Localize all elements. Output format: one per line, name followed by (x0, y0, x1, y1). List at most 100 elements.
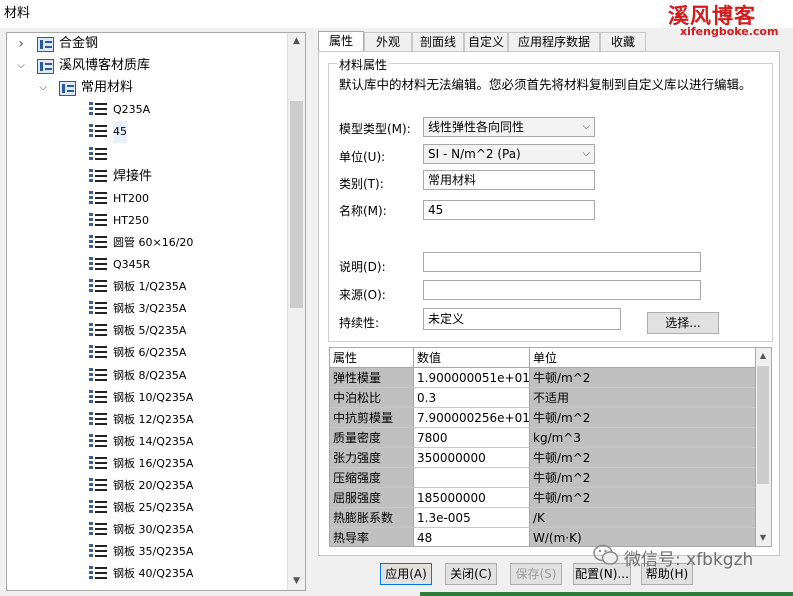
tree-item-label: 合金钢 (59, 36, 99, 51)
tree-item-material[interactable]: Q235A (7, 99, 287, 121)
model-type-value: 线性弹性各向同性 (428, 120, 525, 134)
material-tree[interactable]: 钢板 40/Q235A 钢板 35/Q235A 钢板 30/Q235A 钢板 25/Q… (6, 32, 306, 591)
property-name-cell: 质量密度 (330, 428, 414, 448)
tree-item-material[interactable]: 钢板 12/Q235A (7, 409, 287, 431)
chevron-down-icon[interactable]: ⌵ (15, 55, 27, 77)
material-icon (89, 234, 107, 251)
tab-1[interactable]: 外观 (364, 32, 412, 51)
tree-item-material[interactable]: Q345R (7, 254, 287, 276)
tree-item-material[interactable]: 钢板 25/Q235A (7, 497, 287, 519)
tree-item-material[interactable]: 钢板 6/Q235A (7, 342, 287, 364)
property-name-cell: 压缩强度 (330, 468, 414, 488)
property-unit-cell: 不适用 (530, 388, 756, 408)
tree-item-material[interactable]: 钢板 5/Q235A (7, 320, 287, 342)
tree-item-label: 钢板 30/Q235A (113, 523, 194, 537)
tree-item-material[interactable]: 钢板 1/Q235A (7, 276, 287, 298)
edit-notice: 默认库中的材料无法编辑。您必须首先将材料复制到自定义库以进行编辑。 (339, 77, 752, 92)
property-unit-cell: 牛顿/m^2 (530, 408, 756, 428)
model-type-select[interactable]: 线性弹性各向同性 ⌵ (423, 117, 595, 137)
tree-item-library[interactable]: ⌵ 溪风博客材质库 (7, 55, 287, 77)
tree-item-material[interactable]: 钢板 16/Q235A (7, 453, 287, 475)
tree-item-material[interactable]: 钢板 35/Q235A (7, 541, 287, 563)
tree-item-material[interactable]: 钢板 14/Q235A (7, 431, 287, 453)
apply-button[interactable]: 应用(A) (380, 563, 432, 585)
property-value-cell[interactable]: 1.900000051e+011 (414, 368, 530, 388)
property-value-cell[interactable]: 0.3 (414, 388, 530, 408)
tree-item-label: 钢板 16/Q235A (113, 456, 194, 470)
property-value-cell[interactable]: 7.900000256e+010 (414, 408, 530, 428)
tree-item-material[interactable]: 钢板 20/Q235A (7, 475, 287, 497)
material-icon (89, 345, 107, 361)
property-name-cell: 弹性模量 (330, 368, 414, 388)
tree-item-material[interactable] (7, 144, 287, 166)
tree-item-label: 焊接件 (113, 168, 153, 184)
sustainability-label: 持续性: (339, 316, 380, 330)
unit-label: 单位(U): (339, 150, 386, 164)
tab-2[interactable]: 剖面线 (412, 32, 464, 51)
unit-value: SI - N/m^2 (Pa) (428, 147, 521, 161)
property-value-cell[interactable] (414, 468, 530, 488)
select-button[interactable]: 选择... (647, 312, 719, 334)
source-field[interactable] (423, 280, 701, 300)
chevron-right-icon[interactable]: › (15, 33, 27, 55)
tree-item-material[interactable]: HT200 (7, 188, 287, 210)
column-header[interactable]: 属性 (330, 348, 414, 368)
tree-item-material[interactable]: 钢板 3/Q235A (7, 298, 287, 320)
description-field[interactable] (423, 252, 701, 272)
tree-item-material[interactable]: 45 (7, 121, 287, 144)
tree-item-material[interactable]: 焊接件 (7, 166, 287, 188)
table-scrollbar[interactable]: ▲ ▼ (754, 348, 771, 546)
library-icon (37, 37, 54, 52)
scroll-down-icon[interactable]: ▼ (755, 530, 771, 546)
scroll-thumb[interactable] (290, 101, 303, 308)
tree-item-material[interactable]: HT250 (7, 210, 287, 232)
tree-item-material[interactable]: 钢板 10/Q235A (7, 387, 287, 409)
tab-4[interactable]: 应用程序数据 (508, 32, 600, 51)
scroll-thumb[interactable] (757, 366, 769, 484)
chevron-down-icon[interactable]: ⌵ (37, 77, 49, 99)
material-icon (89, 389, 107, 406)
property-name-cell: 中泊松比 (330, 388, 414, 408)
material-icon (89, 522, 107, 538)
property-value-cell[interactable]: 350000000 (414, 448, 530, 468)
property-value-cell[interactable]: 7800 (414, 428, 530, 448)
tree-item-label: 钢板 20/Q235A (113, 479, 194, 492)
scroll-up-icon[interactable]: ▲ (288, 33, 305, 50)
unit-select[interactable]: SI - N/m^2 (Pa) ⌵ (423, 144, 595, 164)
scroll-up-icon[interactable]: ▲ (755, 348, 771, 364)
tree-item-label: 钢板 6/Q235A (113, 346, 187, 360)
material-icon (89, 168, 107, 185)
property-table[interactable]: ▲ ▼ 属性 数值 单位 弹性模量 1.900000051e+011 牛顿/m^2 中泊松比… (329, 347, 772, 547)
tab-5[interactable]: 收藏 (600, 32, 646, 51)
tab-0[interactable]: 属性 (318, 31, 364, 52)
tree-item-label: 钢板 8/Q235A (113, 368, 187, 382)
property-value-cell[interactable]: 1.3e-005 (414, 508, 530, 528)
property-value-cell[interactable]: 185000000 (414, 488, 530, 508)
properties-panel: 材料属性 默认库中的材料无法编辑。您必须首先将材料复制到自定义库以进行编辑。 模… (318, 51, 780, 556)
config-button[interactable]: 配置(N)... (573, 563, 631, 585)
property-value-cell[interactable]: 48 (414, 528, 530, 546)
category-field[interactable]: 常用材料 (423, 170, 595, 190)
tree-item-label: Q235A (113, 103, 151, 117)
name-field[interactable]: 45 (423, 200, 595, 220)
tree-item-material[interactable]: 圆管 60×16/20 (7, 232, 287, 254)
tree-item-label: 钢板 10/Q235A (113, 390, 194, 404)
tree-item-material[interactable]: 钢板 8/Q235A (7, 365, 287, 387)
library-icon (59, 81, 76, 97)
tree-item-library[interactable]: ⌵ 常用材料 (7, 77, 287, 99)
column-header[interactable]: 数值 (414, 348, 530, 368)
close-button[interactable]: 关闭(C) (445, 563, 497, 585)
tab-3[interactable]: 自定义 (464, 32, 508, 51)
tree-item-material[interactable]: 钢板 40/Q235A (7, 563, 287, 585)
scroll-down-icon[interactable]: ▼ (288, 573, 305, 590)
property-unit-cell: /K (530, 508, 756, 528)
save-button[interactable]: 保存(S) (510, 563, 562, 585)
tree-item-library[interactable]: › 合金钢 (7, 33, 287, 55)
column-header[interactable]: 单位 (530, 348, 756, 368)
tree-item-label: 45 (113, 121, 127, 144)
property-unit-cell: kg/m^3 (530, 428, 756, 448)
tree-item-material[interactable]: 钢板 30/Q235A (7, 519, 287, 541)
tree-scrollbar[interactable]: ▲ ▼ (287, 33, 305, 590)
material-icon (89, 102, 107, 118)
property-unit-cell: 牛顿/m^2 (530, 488, 756, 508)
